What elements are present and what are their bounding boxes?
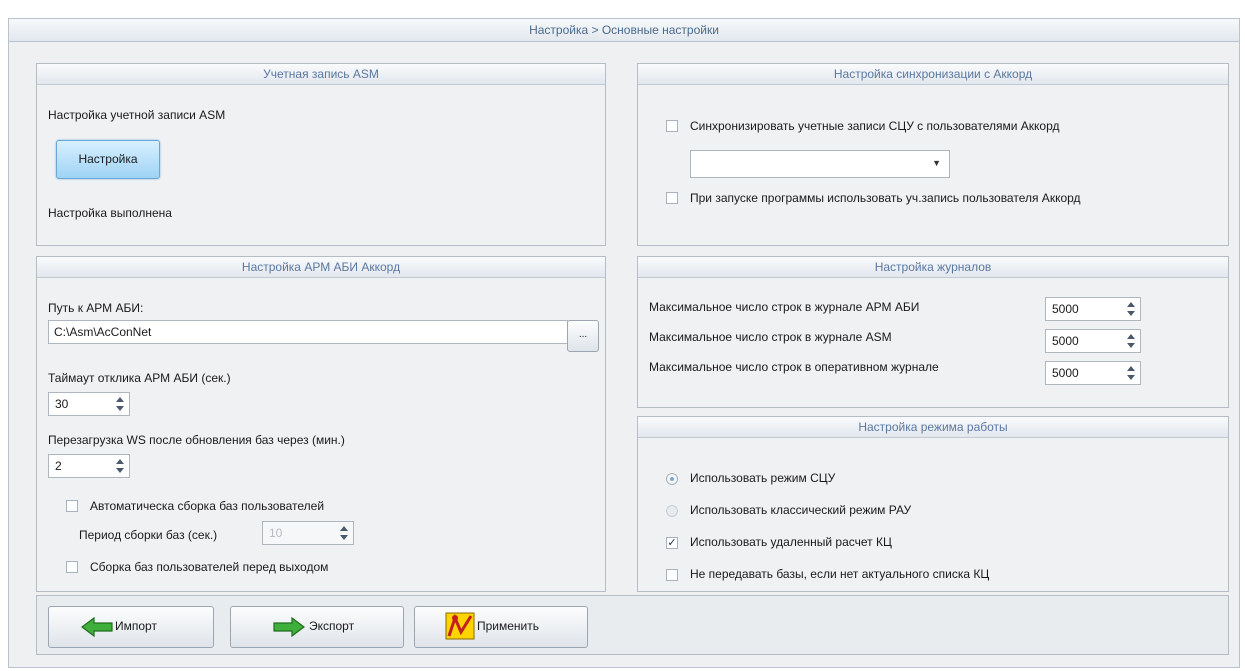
log-row-label: Максимальное число строк в оперативном ж… <box>649 360 939 374</box>
no-send-checkbox[interactable] <box>666 569 678 581</box>
reload-value: 2 <box>55 459 62 473</box>
browse-path-button[interactable]: ... <box>567 320 599 352</box>
radio-scu-mode[interactable] <box>666 473 678 485</box>
spin-arrows-icon[interactable] <box>1127 301 1135 317</box>
reload-spinner[interactable]: 2 <box>48 454 130 478</box>
arm-abi-path-field[interactable]: C:\Asm\AcConNet <box>48 320 568 344</box>
log-row-label: Максимальное число строк в журнале АРМ А… <box>649 300 920 314</box>
radio-rau-label: Использовать классический режим РАУ <box>690 503 912 517</box>
logs-header: Настройка журналов <box>638 257 1228 278</box>
log-max-spinner[interactable]: 5000 <box>1045 297 1141 321</box>
akkord-sync-group: Настройка синхронизации с Аккорд Синхрон… <box>637 63 1229 246</box>
logs-group: Настройка журналов Максимальное число ст… <box>637 256 1229 408</box>
asm-setup-button[interactable]: Настройка <box>56 140 160 179</box>
arrow-left-icon <box>81 617 113 637</box>
import-label: Импорт <box>115 619 157 633</box>
apply-button[interactable]: Применить <box>414 606 588 648</box>
spin-arrows-icon[interactable] <box>116 458 124 474</box>
timeout-value: 30 <box>55 397 69 411</box>
akkord-sync-header: Настройка синхронизации с Аккорд <box>638 64 1228 85</box>
no-send-label: Не передавать базы, если нет актуального… <box>690 567 990 581</box>
sync-accounts-label: Синхронизировать учетные записи СЦУ с по… <box>690 119 1060 133</box>
arm-abi-header: Настройка АРМ АБИ Аккорд <box>37 257 605 278</box>
asm-status-text: Настройка выполнена <box>48 206 172 220</box>
spin-arrows-icon[interactable] <box>1127 333 1135 349</box>
auto-build-label: Автоматическа сборка баз пользователей <box>90 499 325 513</box>
build-period-value: 10 <box>269 526 283 540</box>
startup-akkord-checkbox[interactable] <box>666 192 678 204</box>
export-label: Экспорт <box>309 619 355 633</box>
window-title: Настройка > Основные настройки <box>9 19 1239 42</box>
export-button[interactable]: Экспорт <box>230 606 404 648</box>
radio-rau-mode[interactable] <box>666 505 678 517</box>
sync-accounts-checkbox[interactable] <box>666 120 678 132</box>
asm-account-group: Учетная запись ASM Настройка учетной зап… <box>36 63 606 246</box>
build-on-exit-checkbox[interactable] <box>66 561 78 573</box>
mode-group: Настройка режима работы Использовать реж… <box>637 416 1229 592</box>
radio-scu-label: Использовать режим СЦУ <box>690 471 836 485</box>
asm-account-label: Настройка учетной записи ASM <box>48 108 226 122</box>
timeout-spinner[interactable]: 30 <box>48 392 130 416</box>
build-period-spinner[interactable]: 10 <box>262 521 354 545</box>
spin-arrows-icon[interactable] <box>116 396 124 412</box>
log-max-value: 5000 <box>1052 366 1079 380</box>
apply-label: Применить <box>477 619 540 633</box>
log-max-value: 5000 <box>1052 334 1079 348</box>
build-on-exit-label: Сборка баз пользователей перед выходом <box>90 560 329 574</box>
arrow-right-icon <box>273 617 305 637</box>
log-max-value: 5000 <box>1052 302 1079 316</box>
auto-build-checkbox[interactable] <box>66 500 78 512</box>
arm-abi-group: Настройка АРМ АБИ Аккорд Путь к АРМ АБИ:… <box>36 256 606 592</box>
mode-header: Настройка режима работы <box>638 417 1228 438</box>
bottom-toolbar: Импорт Экспорт Применить <box>36 595 1229 655</box>
spin-arrows-icon[interactable] <box>340 525 348 541</box>
remote-kc-label: Использовать удаленный расчет КЦ <box>690 535 892 549</box>
log-max-spinner[interactable]: 5000 <box>1045 361 1141 385</box>
chevron-down-icon: ▼ <box>932 158 941 168</box>
build-period-label: Период сборки баз (сек.) <box>79 528 218 542</box>
log-row-label: Максимальное число строк в журнале ASM <box>649 330 892 344</box>
startup-akkord-label: При запуске программы использовать уч.за… <box>690 191 1081 205</box>
arm-abi-path-label: Путь к АРМ АБИ: <box>48 301 144 315</box>
akkord-user-dropdown[interactable]: ▼ <box>690 150 950 178</box>
log-max-spinner[interactable]: 5000 <box>1045 329 1141 353</box>
timeout-label: Таймаут отклика АРМ АБИ (сек.) <box>48 371 231 385</box>
reload-label: Перезагрузка WS после обновления баз чер… <box>48 433 345 447</box>
spin-arrows-icon[interactable] <box>1127 365 1135 381</box>
import-button[interactable]: Импорт <box>48 606 214 648</box>
settings-window: Настройка > Основные настройки Учетная з… <box>8 18 1240 668</box>
apply-icon <box>445 612 475 640</box>
remote-kc-checkbox[interactable]: ✓ <box>666 537 678 549</box>
asm-account-header: Учетная запись ASM <box>37 64 605 85</box>
